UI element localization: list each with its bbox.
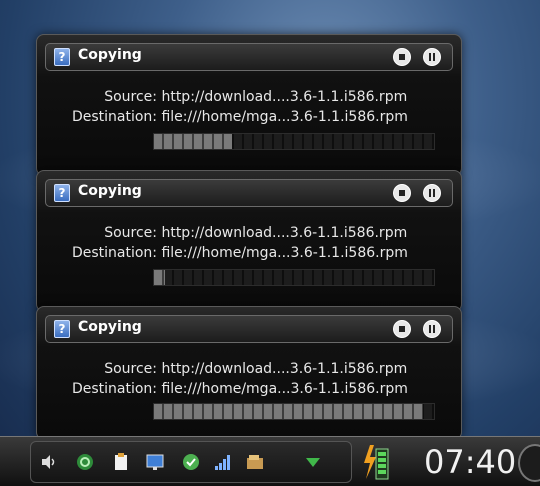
progress-bar	[153, 133, 435, 150]
destination-label: Destination:	[71, 109, 157, 125]
source-value: http://download....3.6-1.1.i586.rpm	[161, 361, 408, 377]
destination-label: Destination:	[71, 245, 157, 261]
destination-line: Destination: file:///home/mga...3.6-1.1.…	[47, 245, 445, 261]
destination-line: Destination: file:///home/mga...3.6-1.1.…	[47, 381, 445, 397]
progress-bar	[153, 403, 435, 420]
job-title: Copying	[78, 183, 142, 199]
pause-button[interactable]	[423, 184, 441, 202]
destination-value: file:///home/mga...3.6-1.1.i586.rpm	[161, 381, 408, 397]
clipboard-icon[interactable]	[111, 452, 131, 472]
display-icon[interactable]	[145, 452, 165, 472]
question-icon: ?	[54, 48, 70, 66]
question-icon: ?	[54, 184, 70, 202]
copy-job-notification: ? Copying Source: http://download....3.6…	[36, 34, 462, 176]
taskbar: 07:40	[0, 436, 540, 486]
source-value: http://download....3.6-1.1.i586.rpm	[161, 225, 408, 241]
job-titlebar: ? Copying	[45, 315, 453, 343]
destination-value: file:///home/mga...3.6-1.1.i586.rpm	[161, 245, 408, 261]
source-value: http://download....3.6-1.1.i586.rpm	[161, 89, 408, 105]
question-icon: ?	[54, 320, 70, 338]
progress-fill	[154, 134, 233, 149]
destination-value: file:///home/mga...3.6-1.1.i586.rpm	[161, 109, 408, 125]
panel-button[interactable]	[518, 444, 540, 482]
sync-icon[interactable]	[75, 452, 95, 472]
progress-fill	[154, 404, 423, 419]
stop-button[interactable]	[393, 320, 411, 338]
pause-button[interactable]	[423, 320, 441, 338]
system-tray	[30, 441, 352, 483]
stop-button[interactable]	[393, 48, 411, 66]
job-titlebar: ? Copying	[45, 43, 453, 71]
destination-line: Destination: file:///home/mga...3.6-1.1.…	[47, 109, 445, 125]
stop-button[interactable]	[393, 184, 411, 202]
source-line: Source: http://download....3.6-1.1.i586.…	[47, 361, 445, 377]
clock[interactable]: 07:40	[424, 443, 516, 481]
copy-job-notification: ? Copying Source: http://download....3.6…	[36, 170, 462, 312]
speaker-icon[interactable]	[39, 452, 59, 472]
progress-fill	[154, 270, 166, 285]
job-title: Copying	[78, 47, 142, 63]
destination-label: Destination:	[71, 381, 157, 397]
job-titlebar: ? Copying	[45, 179, 453, 207]
progress-bar	[153, 269, 435, 286]
source-line: Source: http://download....3.6-1.1.i586.…	[47, 89, 445, 105]
wallet-icon[interactable]	[245, 452, 265, 472]
source-label: Source:	[104, 89, 157, 105]
source-label: Source:	[104, 225, 157, 241]
copy-job-notification: ? Copying Source: http://download....3.6…	[36, 306, 462, 440]
expand-icon[interactable]	[303, 452, 323, 472]
source-label: Source:	[104, 361, 157, 377]
check-icon[interactable]	[181, 452, 201, 472]
source-line: Source: http://download....3.6-1.1.i586.…	[47, 225, 445, 241]
battery-icon[interactable]	[362, 443, 392, 481]
job-title: Copying	[78, 319, 142, 335]
pause-button[interactable]	[423, 48, 441, 66]
signal-icon[interactable]	[213, 452, 233, 472]
